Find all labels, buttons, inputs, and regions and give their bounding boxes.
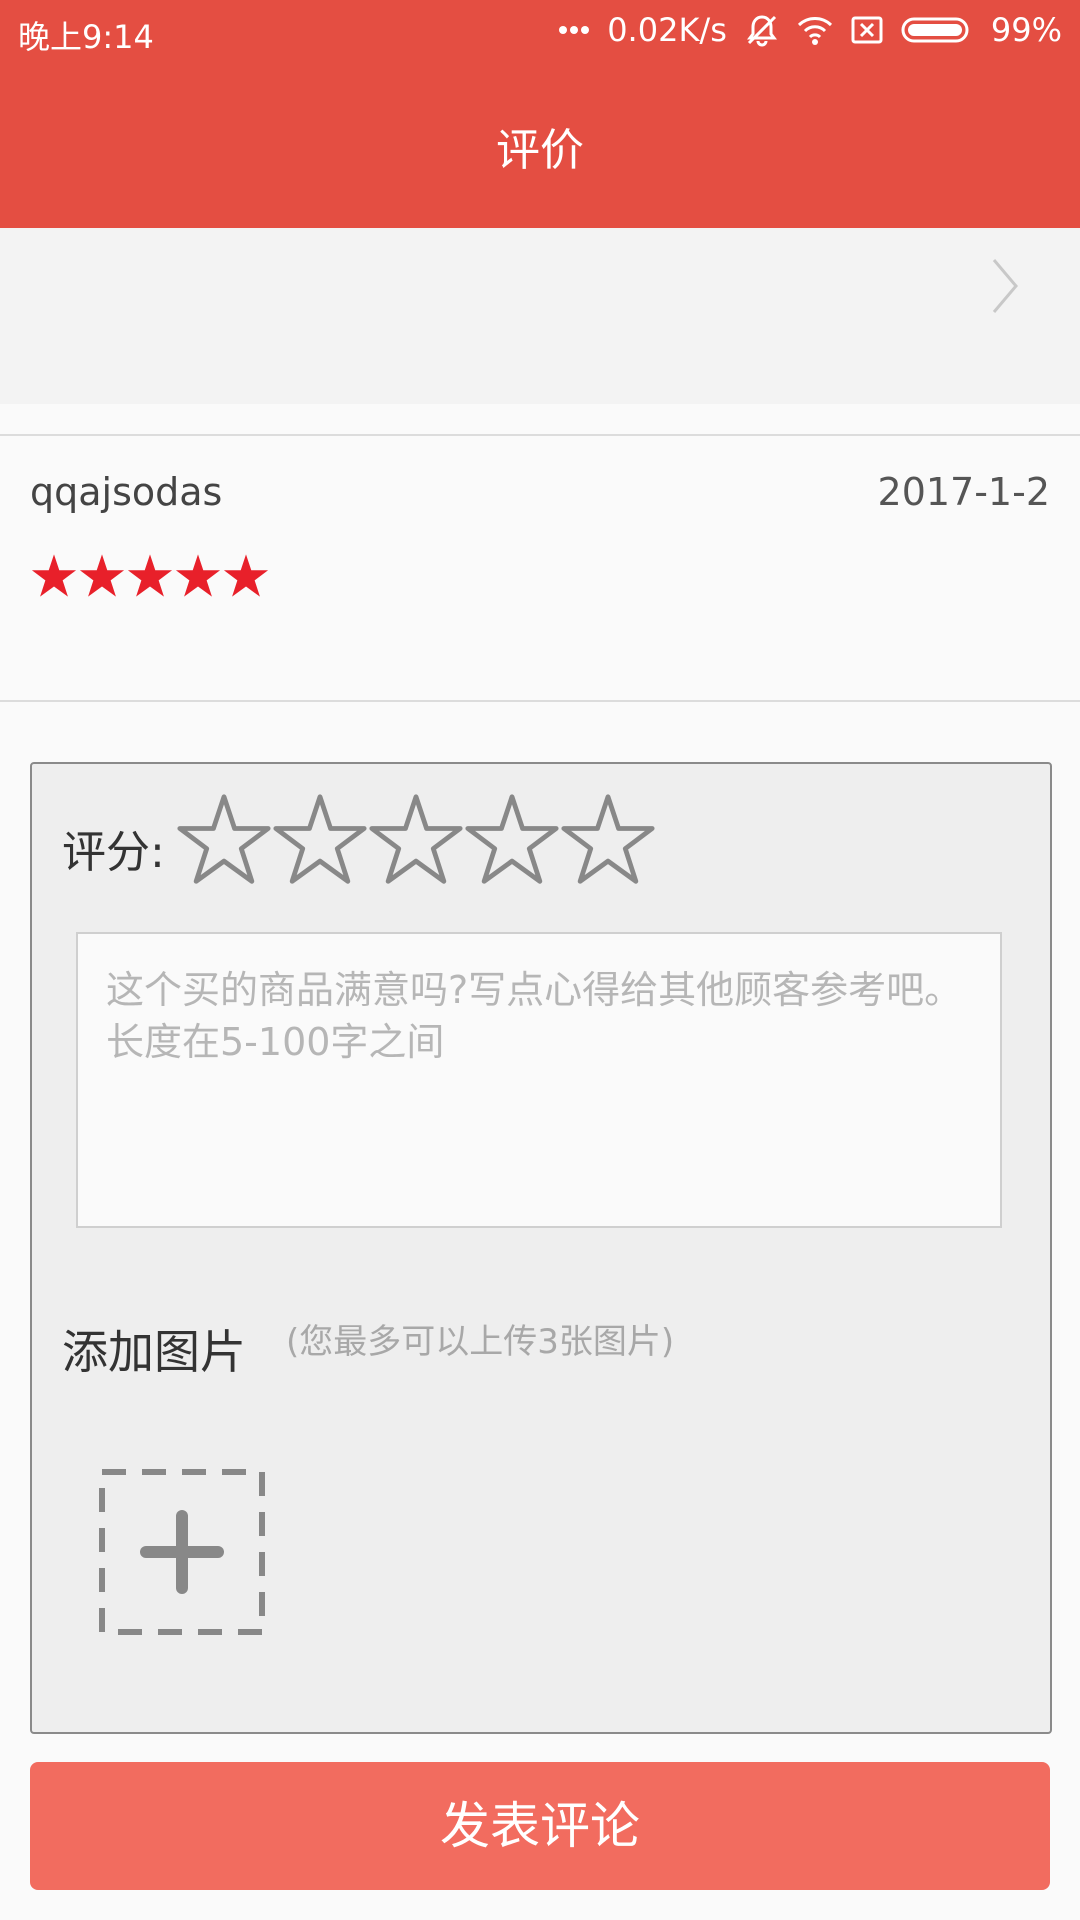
review-username: qqajsodas [30, 470, 223, 514]
page-title: 评价 [496, 125, 584, 176]
battery-icon [901, 16, 973, 44]
divider [0, 700, 1080, 702]
submit-review-button[interactable]: 发表评论 [30, 1762, 1050, 1890]
chevron-right-icon [990, 256, 1020, 320]
battery-percent: 99% [990, 11, 1062, 49]
more-dots-icon [559, 25, 590, 35]
network-speed: 0.02K/s [607, 11, 727, 49]
status-bar: 晚上9:14 0.02K/s 99% [0, 0, 1080, 60]
filled-star-icon [30, 552, 78, 604]
empty-star-icon[interactable] [272, 792, 368, 892]
review-stars [30, 552, 270, 604]
mute-bell-icon [745, 13, 779, 47]
add-image-icon [98, 1469, 266, 1640]
filled-star-icon [78, 552, 126, 604]
add-photo-hint: (您最多可以上传3张图片) [286, 1322, 675, 1362]
app-bar: 评价 [0, 60, 1080, 228]
status-right: 0.02K/s 99% [559, 11, 1062, 49]
no-sim-icon [851, 16, 883, 44]
review-form: 评分: 这个买的商品满意吗?写点心得给其他顾客参考吧。长度在5-100字之间 添… [30, 762, 1052, 1734]
review-date: 2017-1-2 [877, 470, 1050, 514]
review-item: qqajsodas 2017-1-2 [0, 436, 1080, 700]
rating-input[interactable] [176, 792, 656, 892]
wifi-icon [797, 15, 833, 45]
add-photo-button[interactable] [98, 1468, 266, 1640]
empty-star-icon[interactable] [176, 792, 272, 892]
add-photo-label: 添加图片 [62, 1325, 246, 1379]
filled-star-icon [126, 552, 174, 604]
status-time: 晚上9:14 [18, 18, 154, 56]
product-row[interactable] [0, 228, 1080, 404]
empty-star-icon[interactable] [464, 792, 560, 892]
comment-input[interactable]: 这个买的商品满意吗?写点心得给其他顾客参考吧。长度在5-100字之间 [76, 932, 1002, 1228]
filled-star-icon [222, 552, 270, 604]
filled-star-icon [174, 552, 222, 604]
rating-label: 评分: [62, 827, 165, 878]
empty-star-icon[interactable] [560, 792, 656, 892]
empty-star-icon[interactable] [368, 792, 464, 892]
